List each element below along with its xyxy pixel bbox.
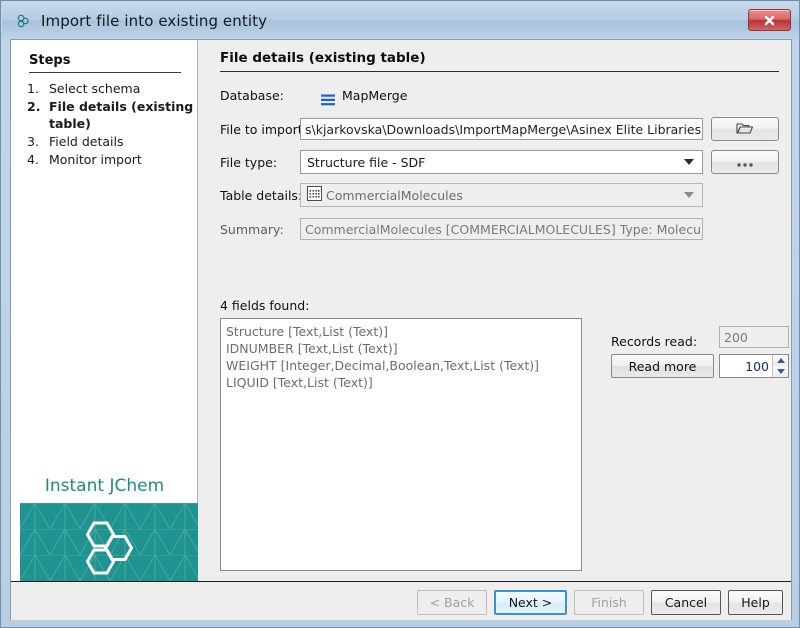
- ellipsis-icon: [735, 153, 755, 172]
- sidebar-item-select-schema[interactable]: 1. Select schema: [27, 80, 197, 97]
- list-item[interactable]: WEIGHT [Integer,Decimal,Boolean,Text,Lis…: [226, 357, 576, 374]
- brand-name: Instant JChem: [44, 476, 165, 496]
- database-label: Database:: [220, 88, 284, 103]
- stepper-arrows: [772, 355, 788, 377]
- page-title-rule: [220, 71, 779, 72]
- title-bar: Import file into existing entity: [2, 2, 799, 39]
- dialog-window: Import file into existing entity Steps 1…: [0, 0, 800, 628]
- table-details-select[interactable]: CommercialMolecules: [300, 183, 703, 207]
- step-label: Field details: [49, 134, 124, 149]
- sidebar-item-monitor-import[interactable]: 4. Monitor import: [27, 151, 197, 168]
- step-label: Select schema: [49, 81, 141, 96]
- next-button[interactable]: Next >: [494, 590, 567, 615]
- steps-list: 1. Select schema 2. File details (existi…: [27, 80, 197, 169]
- list-item[interactable]: IDNUMBER [Text,List (Text)]: [226, 340, 576, 357]
- folder-open-icon: [736, 120, 754, 139]
- chevron-down-icon: [684, 192, 694, 198]
- table-grid-icon: [307, 186, 322, 204]
- steps-heading-rule: [29, 72, 181, 73]
- page-title: File details (existing table): [220, 50, 426, 66]
- read-count-value[interactable]: 100: [720, 359, 772, 374]
- jchem-hexagons-logo: [79, 519, 139, 581]
- chevron-up-icon: [776, 358, 785, 363]
- help-label: Help: [741, 595, 770, 610]
- records-read-label: Records read:: [611, 334, 698, 349]
- jchem-hexagons-icon: [14, 12, 32, 30]
- read-more-button[interactable]: Read more: [611, 354, 714, 378]
- finish-label: Finish: [591, 595, 627, 610]
- back-button: < Back: [417, 590, 487, 615]
- step-number: 3.: [27, 134, 39, 149]
- dialog-content: Steps 1. Select schema 2. File details (…: [10, 39, 792, 620]
- window-title: Import file into existing entity: [41, 11, 268, 30]
- fields-list[interactable]: Structure [Text,List (Text)] IDNUMBER [T…: [220, 318, 582, 571]
- sidebar-item-field-details[interactable]: 3. Field details: [27, 133, 197, 150]
- stepper-up-button[interactable]: [773, 355, 788, 366]
- footer-bar: < Back Next > Finish Cancel Help: [11, 582, 791, 619]
- records-read-field: 200: [719, 326, 789, 348]
- file-to-import-value: s\kjarkovska\Downloads\ImportMapMerge\As…: [305, 121, 703, 137]
- step-number: 1.: [27, 81, 39, 96]
- fields-found-label: 4 fields found:: [220, 298, 310, 313]
- cancel-label: Cancel: [664, 595, 708, 610]
- steps-panel: Steps 1. Select schema 2. File details (…: [11, 40, 198, 598]
- file-to-import-input[interactable]: s\kjarkovska\Downloads\ImportMapMerge\As…: [300, 118, 703, 140]
- read-count-stepper[interactable]: 100: [719, 354, 789, 378]
- step-number: 4.: [27, 152, 39, 167]
- back-label: < Back: [429, 595, 475, 610]
- summary-field: CommercialMolecules [COMMERCIALMOLECULES…: [300, 218, 703, 240]
- file-to-import-label: File to import:: [220, 122, 307, 137]
- file-type-options-button[interactable]: [711, 150, 779, 174]
- stepper-down-button[interactable]: [773, 366, 788, 377]
- step-label: Monitor import: [49, 152, 142, 167]
- step-number: 2.: [27, 99, 41, 114]
- file-type-select[interactable]: Structure file - SDF: [300, 150, 703, 174]
- file-type-label: File type:: [220, 155, 278, 170]
- chevron-down-icon: [684, 159, 694, 165]
- chevron-down-icon: [776, 369, 785, 374]
- close-button[interactable]: [748, 9, 791, 31]
- summary-label: Summary:: [220, 222, 284, 237]
- steps-heading: Steps: [29, 53, 71, 68]
- summary-value: CommercialMolecules [COMMERCIALMOLECULES…: [305, 221, 703, 237]
- database-lines-icon: [321, 91, 335, 106]
- close-icon: [763, 14, 776, 27]
- browse-file-button[interactable]: [711, 117, 779, 141]
- table-details-label: Table details:: [220, 188, 303, 203]
- read-more-label: Read more: [628, 358, 697, 374]
- help-button[interactable]: Help: [728, 590, 783, 615]
- file-type-value: Structure file - SDF: [307, 154, 426, 170]
- table-details-value: CommercialMolecules: [326, 187, 463, 203]
- cancel-button[interactable]: Cancel: [651, 590, 721, 615]
- step-label: File details (existing table): [49, 99, 194, 131]
- list-item[interactable]: LIQUID [Text,List (Text)]: [226, 374, 576, 391]
- records-read-value: 200: [724, 329, 748, 345]
- database-value: MapMerge: [342, 88, 408, 103]
- main-panel: File details (existing table) Database: …: [199, 40, 791, 581]
- list-item[interactable]: Structure [Text,List (Text)]: [226, 323, 576, 340]
- sidebar-item-file-details[interactable]: 2. File details (existing table): [27, 98, 197, 132]
- next-label: Next >: [508, 595, 553, 610]
- finish-button: Finish: [574, 590, 644, 615]
